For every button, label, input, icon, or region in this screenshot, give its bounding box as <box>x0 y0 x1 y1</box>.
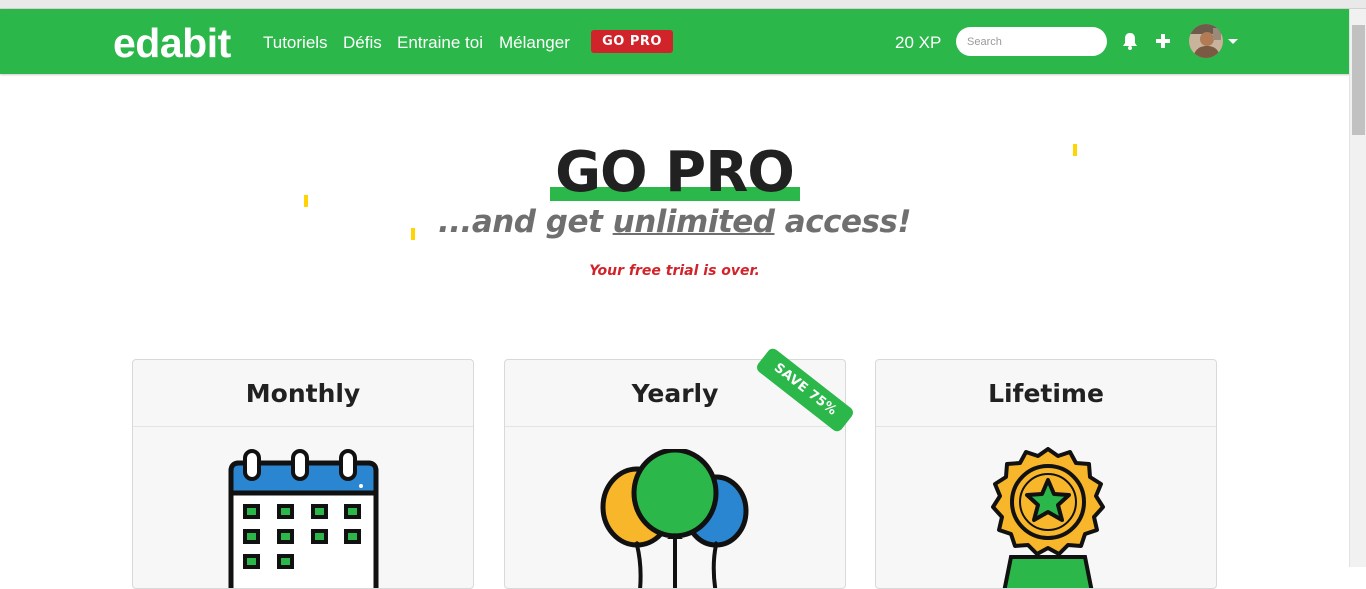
confetti-piece <box>1073 144 1077 156</box>
go-pro-button[interactable]: GO PRO <box>591 30 673 53</box>
page-scrollbar[interactable] <box>1349 9 1366 567</box>
plan-card-monthly[interactable]: Monthly <box>132 359 474 589</box>
balloons-icon <box>600 449 749 588</box>
page-title: GO PRO <box>555 140 795 205</box>
bell-icon[interactable] <box>1121 31 1139 51</box>
nav-link-melanger[interactable]: Mélanger <box>499 33 570 53</box>
plan-title: Monthly <box>133 360 473 427</box>
nav-link-tutoriels[interactable]: Tutoriels <box>263 33 328 53</box>
calendar-icon <box>228 449 379 588</box>
search-input[interactable] <box>956 27 1107 56</box>
trial-notice: Your free trial is over. <box>589 263 760 279</box>
xp-counter: 20 XP <box>895 33 942 52</box>
scrollbar-thumb[interactable] <box>1352 25 1365 135</box>
plus-icon[interactable] <box>1154 31 1172 51</box>
nav-link-defis[interactable]: Défis <box>343 33 382 53</box>
subtitle-emphasis: unlimited <box>612 204 775 240</box>
browser-top-strip <box>0 0 1366 9</box>
plan-title: Lifetime <box>876 360 1216 427</box>
logo[interactable]: edabit <box>113 20 231 67</box>
nav-link-entraine-toi[interactable]: Entraine toi <box>397 33 483 53</box>
navbar: edabit Tutoriels Défis Entraine toi Méla… <box>0 9 1366 74</box>
medal-icon <box>991 447 1105 588</box>
chevron-down-icon[interactable] <box>1228 39 1238 44</box>
plan-card-lifetime[interactable]: Lifetime <box>875 359 1217 589</box>
avatar[interactable] <box>1189 24 1223 58</box>
page-subtitle: ...and get unlimited access! <box>437 204 912 240</box>
